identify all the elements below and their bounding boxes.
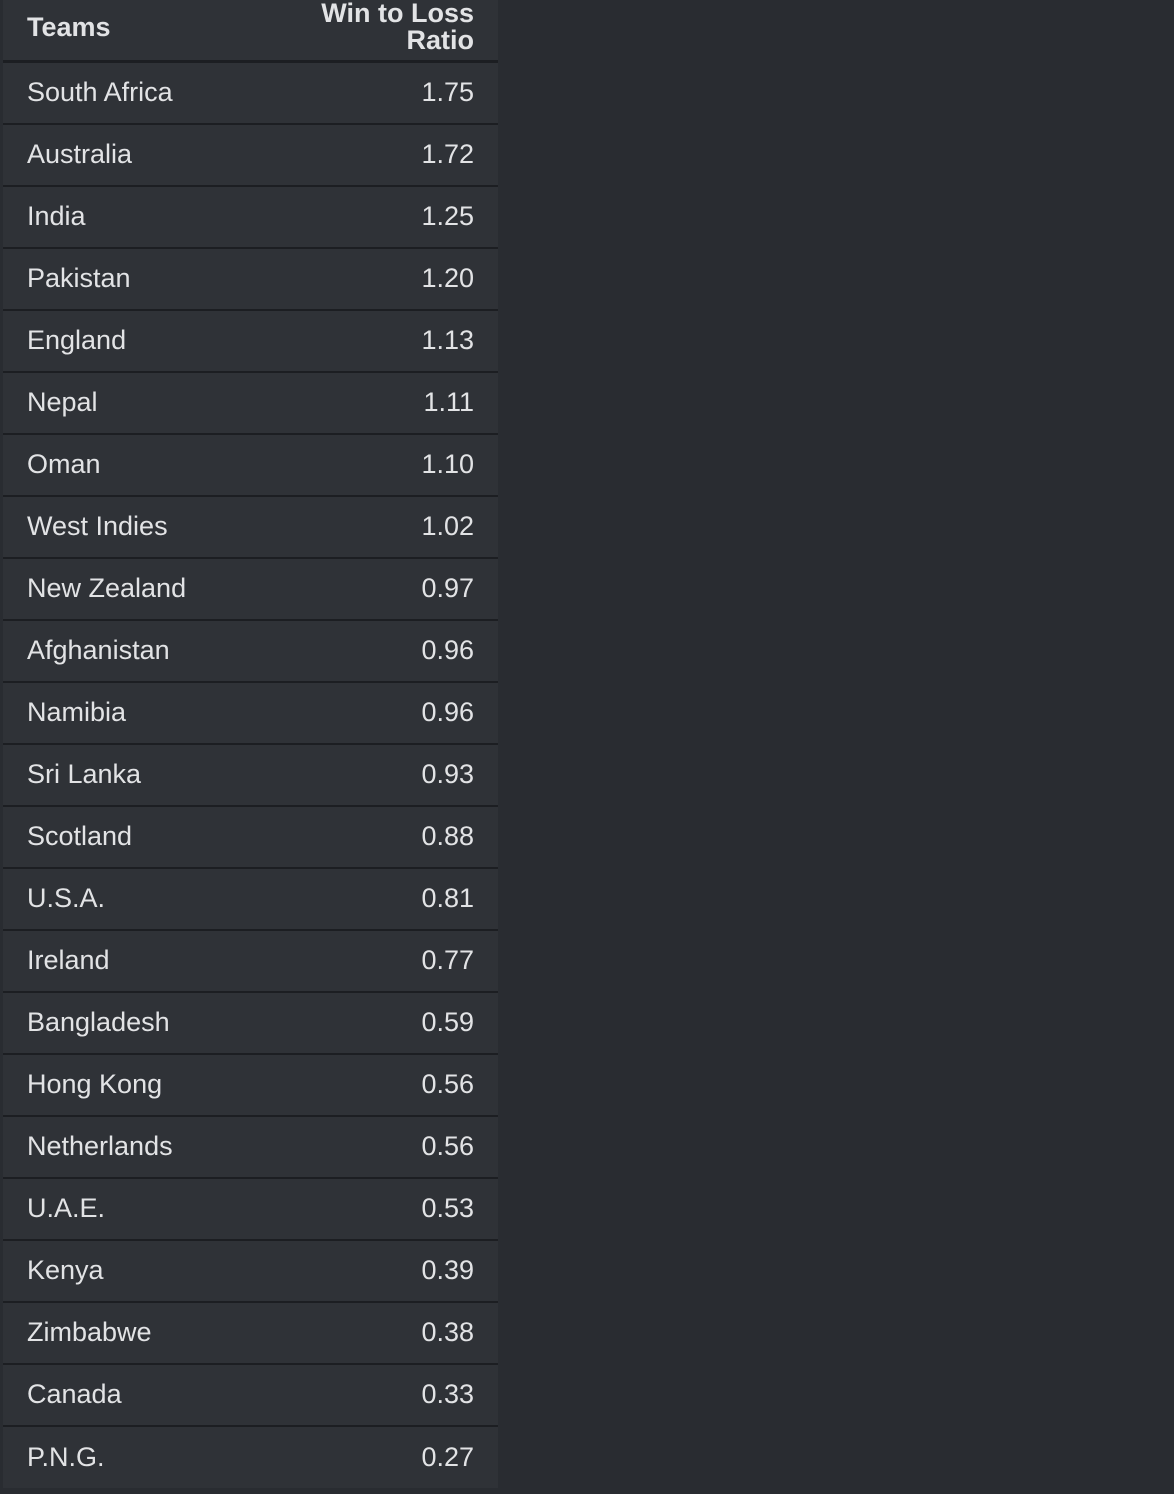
table-row: Afghanistan 0.96	[3, 619, 498, 683]
win-loss-ratio-cell: 0.39	[250, 1239, 498, 1303]
win-loss-ratio-cell: 0.77	[250, 929, 498, 993]
table-row: South Africa 1.75	[3, 61, 498, 125]
win-loss-ratio-cell: 0.53	[250, 1177, 498, 1241]
table-row: West Indies 1.02	[3, 495, 498, 559]
column-header-win-loss-ratio[interactable]: Win to Loss Ratio	[250, 0, 498, 63]
team-name-cell: U.S.A.	[3, 867, 251, 931]
win-loss-ratio-cell: 0.59	[250, 991, 498, 1055]
win-loss-ratio-cell: 0.97	[250, 557, 498, 621]
table-row: P.N.G. 0.27	[3, 1425, 498, 1488]
win-loss-ratio-cell: 1.02	[250, 495, 498, 559]
team-name-cell: West Indies	[3, 495, 251, 559]
team-name-cell: Pakistan	[3, 247, 251, 311]
win-loss-table: Teams Win to Loss Ratio South Africa 1.75…	[3, 0, 498, 1488]
header-row: Teams Win to Loss Ratio	[3, 0, 498, 63]
team-name-cell: Bangladesh	[3, 991, 251, 1055]
win-loss-ratio-cell: 0.33	[250, 1363, 498, 1427]
team-name-cell: Netherlands	[3, 1115, 251, 1179]
win-loss-ratio-cell: 1.20	[250, 247, 498, 311]
table-row: Ireland 0.77	[3, 929, 498, 993]
table-row: Zimbabwe 0.38	[3, 1301, 498, 1365]
win-loss-ratio-cell: 0.93	[250, 743, 498, 807]
team-name-cell: Namibia	[3, 681, 251, 745]
table-row: New Zealand 0.97	[3, 557, 498, 621]
team-name-cell: Nepal	[3, 371, 251, 435]
table-row: India 1.25	[3, 185, 498, 249]
table-body: South Africa 1.75 Australia 1.72 India 1.25 Pa…	[3, 61, 498, 1488]
table-row: Scotland 0.88	[3, 805, 498, 869]
win-loss-ratio-cell: 0.38	[250, 1301, 498, 1365]
table-row: Hong Kong 0.56	[3, 1053, 498, 1117]
table-row: Namibia 0.96	[3, 681, 498, 745]
win-loss-ratio-cell: 1.13	[250, 309, 498, 373]
team-name-cell: Australia	[3, 123, 251, 187]
team-name-cell: Scotland	[3, 805, 251, 869]
win-loss-table-container: Teams Win to Loss Ratio South Africa 1.75…	[3, 0, 498, 1488]
table-row: Netherlands 0.56	[3, 1115, 498, 1179]
table-row: Bangladesh 0.59	[3, 991, 498, 1055]
team-name-cell: Oman	[3, 433, 251, 497]
win-loss-ratio-cell: 0.56	[250, 1053, 498, 1117]
team-name-cell: India	[3, 185, 251, 249]
table-row: Nepal 1.11	[3, 371, 498, 435]
table-row: Canada 0.33	[3, 1363, 498, 1427]
table-header: Teams Win to Loss Ratio	[3, 0, 498, 63]
team-name-cell: U.A.E.	[3, 1177, 251, 1241]
team-name-cell: England	[3, 309, 251, 373]
team-name-cell: Canada	[3, 1363, 251, 1427]
column-header-teams[interactable]: Teams	[3, 0, 251, 63]
win-loss-ratio-cell: 0.88	[250, 805, 498, 869]
win-loss-ratio-cell: 0.96	[250, 681, 498, 745]
team-name-cell: Sri Lanka	[3, 743, 251, 807]
win-loss-ratio-cell: 0.96	[250, 619, 498, 683]
team-name-cell: Kenya	[3, 1239, 251, 1303]
table-row: Australia 1.72	[3, 123, 498, 187]
team-name-cell: P.N.G.	[27, 1441, 105, 1472]
table-row: Pakistan 1.20	[3, 247, 498, 311]
team-name-cell: Zimbabwe	[3, 1301, 251, 1365]
team-name-cell: Hong Kong	[3, 1053, 251, 1117]
team-name-cell: New Zealand	[3, 557, 251, 621]
team-name-cell: Afghanistan	[3, 619, 251, 683]
win-loss-ratio-cell: 1.72	[250, 123, 498, 187]
table-row: U.A.E. 0.53	[3, 1177, 498, 1241]
win-loss-ratio-cell: 0.56	[250, 1115, 498, 1179]
team-name-cell: Ireland	[3, 929, 251, 993]
win-loss-ratio-cell: 1.10	[250, 433, 498, 497]
win-loss-ratio-cell: 0.27	[421, 1441, 474, 1472]
table-row: Sri Lanka 0.93	[3, 743, 498, 807]
win-loss-ratio-cell: 1.75	[250, 61, 498, 125]
win-loss-ratio-cell: 1.11	[250, 371, 498, 435]
table-row: Kenya 0.39	[3, 1239, 498, 1303]
table-row: U.S.A. 0.81	[3, 867, 498, 931]
table-row: Oman 1.10	[3, 433, 498, 497]
table-row: England 1.13	[3, 309, 498, 373]
win-loss-ratio-cell: 0.81	[250, 867, 498, 931]
win-loss-ratio-cell: 1.25	[250, 185, 498, 249]
team-name-cell: South Africa	[3, 61, 251, 125]
